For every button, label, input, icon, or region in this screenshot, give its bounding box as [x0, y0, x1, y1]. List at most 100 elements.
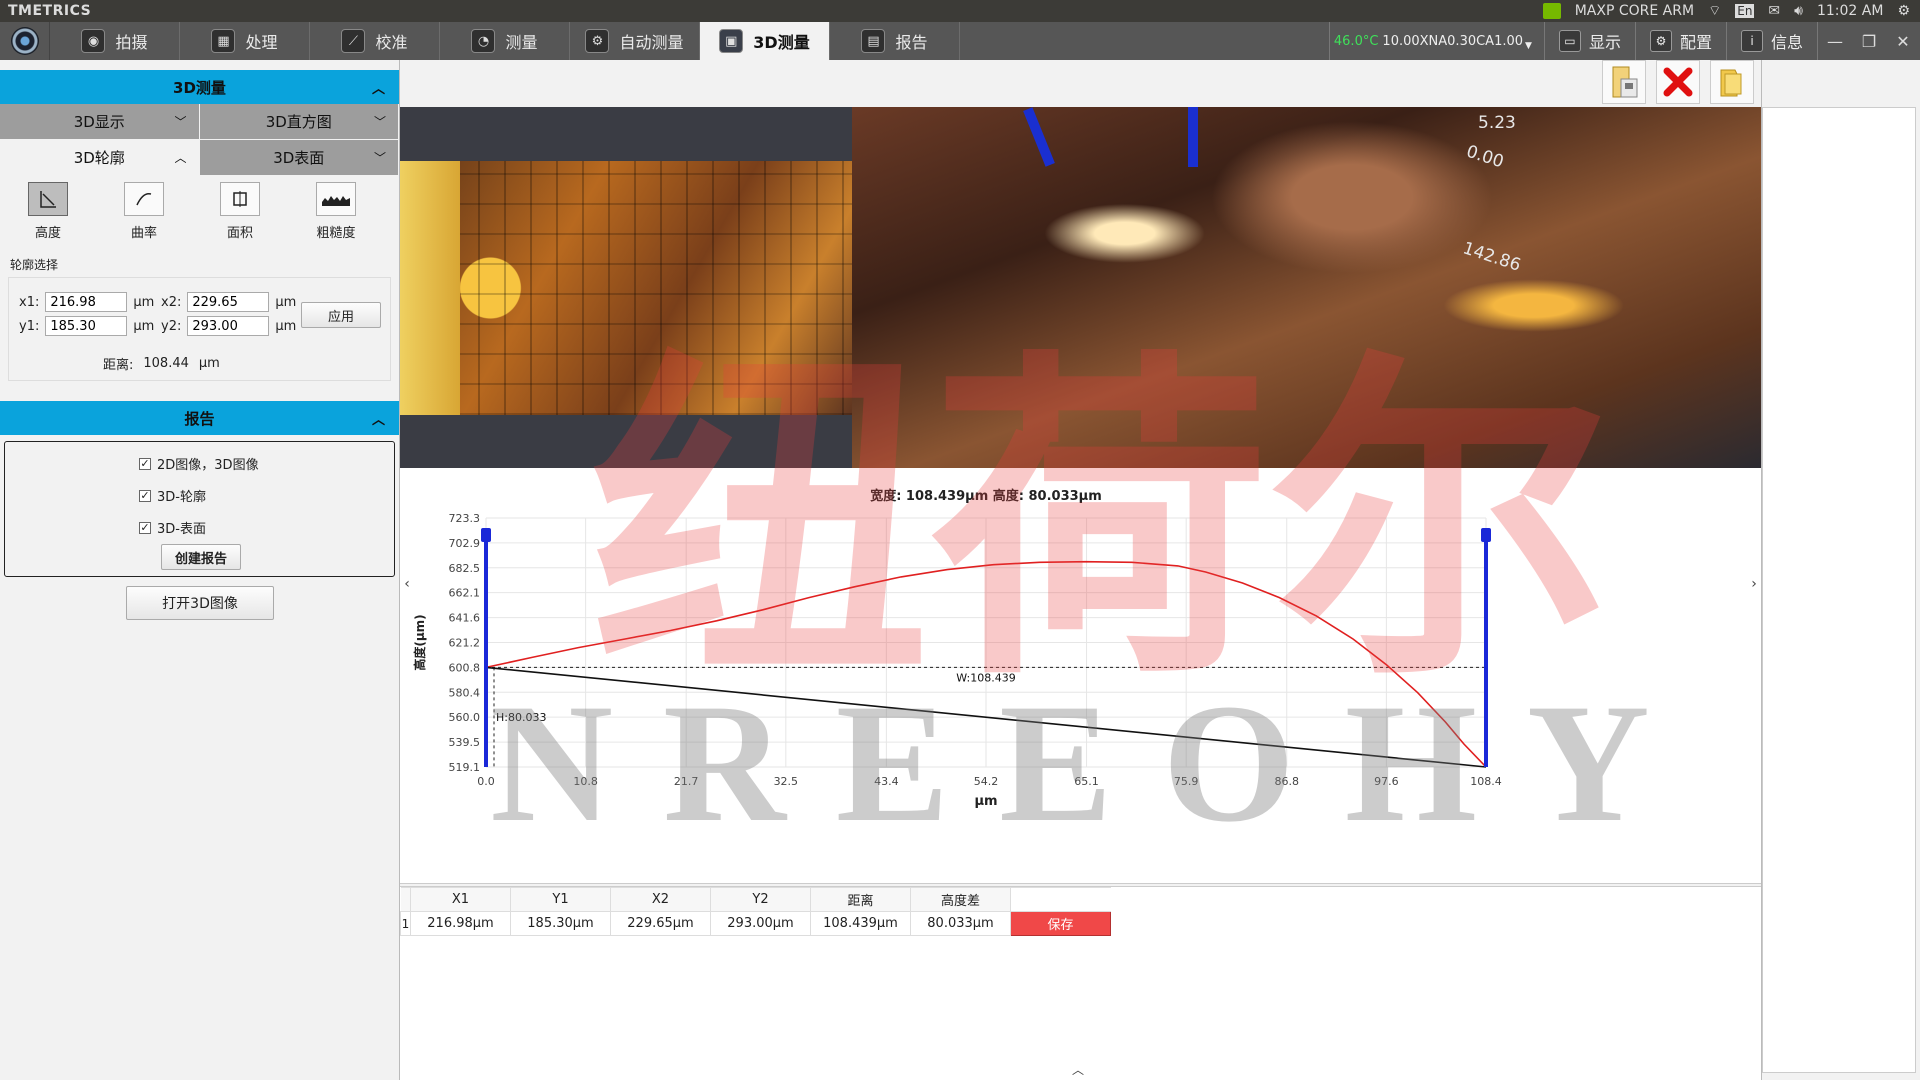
delete-icon[interactable] — [1656, 60, 1700, 104]
chart-svg: 0.0 10.8 21.7 32.5 43.4 54.2 65.1 75.9 86.8 97.6 1… — [412, 488, 1502, 809]
language-indicator[interactable]: En — [1735, 4, 1755, 18]
tool-label: 粗糙度 — [316, 226, 356, 241]
x1-input[interactable] — [45, 292, 128, 312]
roughness-icon — [316, 182, 356, 216]
y-tick-label: 621.2 — [449, 637, 481, 650]
check-2d-3d-image[interactable]: ✓ 2D图像，3D图像 — [139, 454, 259, 473]
right-panel — [1761, 60, 1920, 1080]
subtab-3d-surface[interactable]: 3D表面 ﹀ — [199, 140, 399, 176]
info-button[interactable]: ⅰ 信息 — [1727, 22, 1818, 60]
tool-roughness[interactable]: 粗糙度 — [288, 182, 384, 248]
subtab-label: 3D表面 — [273, 149, 325, 167]
3d-chip-icon: ▣ — [719, 29, 744, 53]
tab-capture[interactable]: ◉ 拍摄 — [50, 22, 180, 60]
info-icon: ⅰ — [1740, 30, 1763, 52]
tab-label: 自动测量 — [619, 33, 684, 52]
config-button[interactable]: ⚙ 配置 — [1636, 22, 1727, 60]
y1-label: y1: — [19, 318, 40, 334]
tab-label: 处理 — [245, 33, 278, 52]
tab-measure[interactable]: ◔ 测量 — [440, 22, 570, 60]
section-report-header[interactable]: 报告 ︿ — [0, 401, 399, 435]
system-top-bar: TMETRICS MAXP CORE ARM ⌔ En ✉ 🔊︎ 11:02 A… — [0, 0, 1920, 22]
x1-label: x1: — [19, 294, 40, 310]
cell-x2: 229.65μm — [610, 911, 711, 936]
y-tick-label: 682.5 — [449, 562, 481, 575]
config-label: 配置 — [1679, 33, 1712, 52]
3d-surface-render[interactable]: 5.23 0.00 142.86 — [852, 107, 1761, 468]
col-header: 距离 — [810, 887, 911, 912]
image-viewer[interactable]: 5.23 0.00 142.86 — [400, 107, 1761, 468]
tab-auto-measure[interactable]: ⚙ 自动测量 — [570, 22, 700, 60]
nvidia-icon[interactable] — [1542, 3, 1561, 19]
2d-microscope-image[interactable] — [400, 161, 852, 415]
mail-icon[interactable]: ✉ — [1768, 3, 1780, 19]
profile-select-box: x1: μm x2: μm y1: μm y2: μm 应用 距离: 108.44 μm — [8, 277, 391, 381]
close-button[interactable]: ✕ — [1886, 32, 1920, 51]
distance-label: 距离: — [103, 358, 134, 373]
axis-label: 5.23 — [1478, 113, 1516, 133]
tool-curvature[interactable]: 曲率 — [96, 182, 192, 248]
tool-label: 面积 — [226, 226, 253, 241]
open-3d-image-button[interactable]: 打开3D图像 — [126, 586, 274, 620]
wifi-icon[interactable]: ⌔ — [1708, 2, 1721, 20]
chevron-up-icon: ︿ — [371, 413, 385, 428]
x2-input[interactable] — [187, 292, 270, 312]
y-tick-label: 702.9 — [449, 537, 481, 550]
lens-logo-icon — [10, 27, 39, 55]
subtab-3d-display[interactable]: 3D显示 ﹀ — [0, 104, 200, 140]
image-process-icon: ▦ — [211, 29, 236, 53]
folder-icon[interactable] — [1710, 60, 1754, 104]
y2-input[interactable] — [187, 316, 270, 336]
subtab-3d-profile[interactable]: 3D轮廓 ︿ — [0, 140, 200, 176]
save-row-button[interactable]: 保存 — [1010, 911, 1111, 936]
profile-chart[interactable]: ‹ › 0.0 10.8 21.7 32.5 43.4 54.2 65.1 75.9 86.8 9… — [400, 468, 1761, 884]
check-3d-surface[interactable]: ✓ 3D-表面 — [139, 518, 206, 537]
chevron-up-icon[interactable]: ︿ — [1072, 1061, 1084, 1078]
x-tick-label: 97.6 — [1374, 775, 1399, 788]
display-button[interactable]: ▭ 显示 — [1545, 22, 1636, 60]
minimize-button[interactable]: — — [1818, 32, 1852, 51]
tool-height[interactable]: 高度 — [0, 182, 96, 248]
table-row[interactable]: 1 216.98μm 185.30μm 229.65μm 293.00μm 10… — [400, 911, 1111, 936]
temperature-readout: 46.0°C — [1328, 22, 1383, 60]
tab-process[interactable]: ▦ 处理 — [180, 22, 310, 60]
tab-label: 测量 — [505, 33, 538, 52]
area-icon — [220, 182, 260, 216]
check-label: 2D图像，3D图像 — [157, 458, 259, 473]
monitor-icon: ▭ — [1558, 30, 1581, 52]
apply-button[interactable]: 应用 — [301, 302, 381, 328]
y-tick-label: 641.6 — [449, 612, 481, 625]
subtab-3d-histogram[interactable]: 3D直方图 ﹀ — [199, 104, 399, 140]
results-table: X1 Y1 X2 Y2 距离 高度差 1 216.98μm 185.30μm 2… — [400, 887, 1111, 936]
tool-label: 曲率 — [130, 226, 157, 241]
y-tick-label: 662.1 — [449, 587, 481, 600]
save-icon[interactable] — [1602, 60, 1646, 104]
volume-icon[interactable]: 🔊︎ — [1794, 3, 1803, 19]
tab-calibrate[interactable]: ⟋ 校准 — [310, 22, 440, 60]
y1-input[interactable] — [45, 316, 128, 336]
curvature-icon — [124, 182, 164, 216]
tab-report[interactable]: ▤ 报告 — [830, 22, 960, 60]
check-3d-profile[interactable]: ✓ 3D-轮廓 — [139, 486, 206, 505]
tool-area[interactable]: 面积 — [192, 182, 288, 248]
display-label: 显示 — [1588, 33, 1621, 52]
distance-value: 108.44 — [143, 356, 189, 371]
measurement-table: X1 Y1 X2 Y2 距离 高度差 1 216.98μm 185.30μm 2… — [400, 886, 1761, 1080]
y-tick-label: 580.4 — [449, 686, 481, 699]
device-name[interactable]: MAXP CORE ARM — [1575, 3, 1694, 19]
settings-gear-icon[interactable]: ⚙ — [1897, 3, 1910, 19]
section-3d-measure-header[interactable]: 3D测量 ︿ — [0, 70, 399, 104]
report-options-box: ✓ 2D图像，3D图像 ✓ 3D-轮廓 ✓ 3D-表面 创建报告 — [4, 441, 395, 577]
row-index: 1 — [400, 911, 411, 936]
create-report-button[interactable]: 创建报告 — [161, 544, 241, 570]
chevron-down-icon: ﹀ — [174, 115, 187, 129]
clock[interactable]: 11:02 AM — [1817, 3, 1883, 19]
tab-3d-measure[interactable]: ▣ 3D测量 — [700, 22, 830, 60]
restore-button[interactable]: ❐ — [1852, 32, 1886, 51]
cell-x1: 216.98μm — [410, 911, 511, 936]
chart-title: 宽度: 108.439μm 高度: 80.033μm — [869, 488, 1102, 504]
objective-select[interactable]: 10.00XNA0.30CA1.00 ▼ — [1382, 22, 1545, 60]
chevron-down-icon: ﹀ — [373, 115, 386, 129]
check-label: 3D-表面 — [157, 522, 206, 537]
app-logo[interactable] — [0, 22, 50, 60]
